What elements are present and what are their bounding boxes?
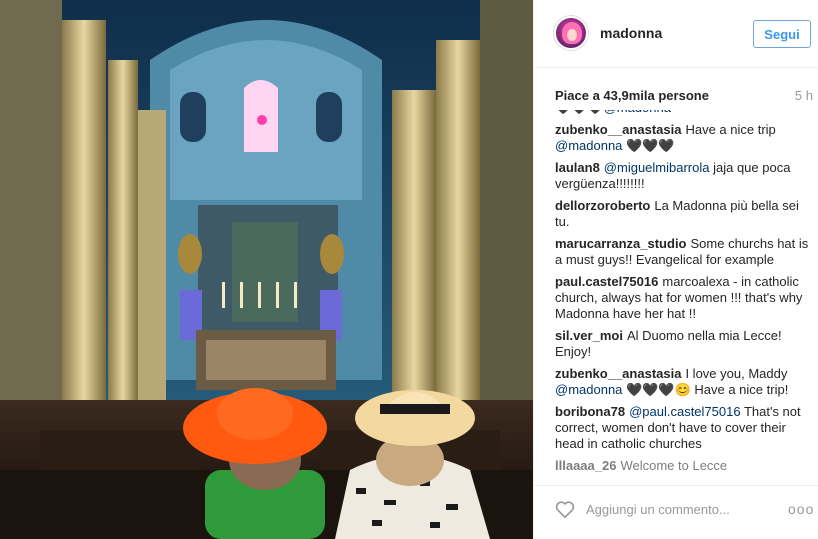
post-sidebar: madonna Segui Piace a 43,9mila persone 5… [533, 0, 818, 539]
follow-button[interactable]: Segui [753, 20, 811, 48]
avatar[interactable] [554, 16, 588, 50]
comment-item: dellorzoroberto La Madonna più bella sei … [555, 198, 813, 230]
comment-author[interactable]: dellorzoroberto [555, 198, 650, 213]
comment-text: Have a nice trip [685, 122, 776, 137]
comment-text: 🖤🖤🖤😊 Have a nice trip! [622, 382, 789, 397]
post-timestamp[interactable]: 5 h [795, 88, 813, 103]
comment-text: I love you, Maddy [685, 366, 788, 381]
comment-item: boribona78 @paul.castel75016 That's not c… [555, 404, 813, 452]
comment-item: paul.castel75016 marcoalexa - in catholic… [555, 274, 813, 322]
comment-author[interactable]: paul.castel75016 [555, 274, 658, 289]
church-interior-image [0, 0, 533, 539]
username-link[interactable]: madonna [600, 25, 662, 41]
comment-author[interactable]: boribona78 [555, 404, 625, 419]
comment-mention-link[interactable]: @madonna [555, 382, 622, 397]
comment-item: sil.ver_moi Al Duomo nella mia Lecce! Enj… [555, 328, 813, 360]
comment-author[interactable]: sil.ver_moi [555, 328, 623, 343]
likes-row: Piace a 43,9mila persone 5 h [555, 88, 813, 106]
comment-author[interactable]: zubenko__anastasia [555, 122, 681, 137]
comment-mention-link[interactable]: @madonna [604, 110, 671, 115]
comment-item: zubenko__anastasia Have a nice trip @mado… [555, 122, 813, 154]
comment-item: 🖤🖤🖤@madonna [555, 110, 813, 116]
comment-input[interactable] [586, 498, 766, 520]
avatar-face [567, 29, 577, 41]
comment-footer: ooo [534, 485, 818, 539]
post-header: madonna Segui [534, 0, 818, 68]
heart-outline-icon[interactable] [554, 498, 576, 520]
comment-list: 🖤🖤🖤@madonnazubenko__anastasiaHave a nice… [555, 110, 813, 480]
comment-text: 🖤🖤🖤 [555, 110, 604, 115]
more-options-icon[interactable]: ooo [788, 498, 813, 520]
comment-item: zubenko__anastasia I love you, Maddy @mad… [555, 366, 813, 398]
comment-author[interactable]: laulan8 [555, 160, 600, 175]
comment-author[interactable]: lllaaaa_26 [555, 458, 616, 473]
comment-item: marucarranza_studio Some churchs hat is a… [555, 236, 813, 268]
comment-mention-link[interactable]: @miguelmibarrola [604, 160, 710, 175]
comment-mention-link[interactable]: @paul.castel75016 [629, 404, 741, 419]
comment-text: Welcome to Lecce [620, 458, 728, 473]
likes-count[interactable]: Piace a 43,9mila persone [555, 88, 709, 103]
comment-mention-link[interactable]: @madonna [555, 138, 622, 153]
comment-item: laulan8 @miguelmibarrola jaja que poca ve… [555, 160, 813, 192]
post-photo[interactable] [0, 0, 533, 539]
comment-author[interactable]: marucarranza_studio [555, 236, 687, 251]
comment-text: 🖤🖤🖤 [622, 138, 675, 153]
comment-item: lllaaaa_26 Welcome to Lecce [555, 458, 813, 474]
comment-author[interactable]: zubenko__anastasia [555, 366, 681, 381]
